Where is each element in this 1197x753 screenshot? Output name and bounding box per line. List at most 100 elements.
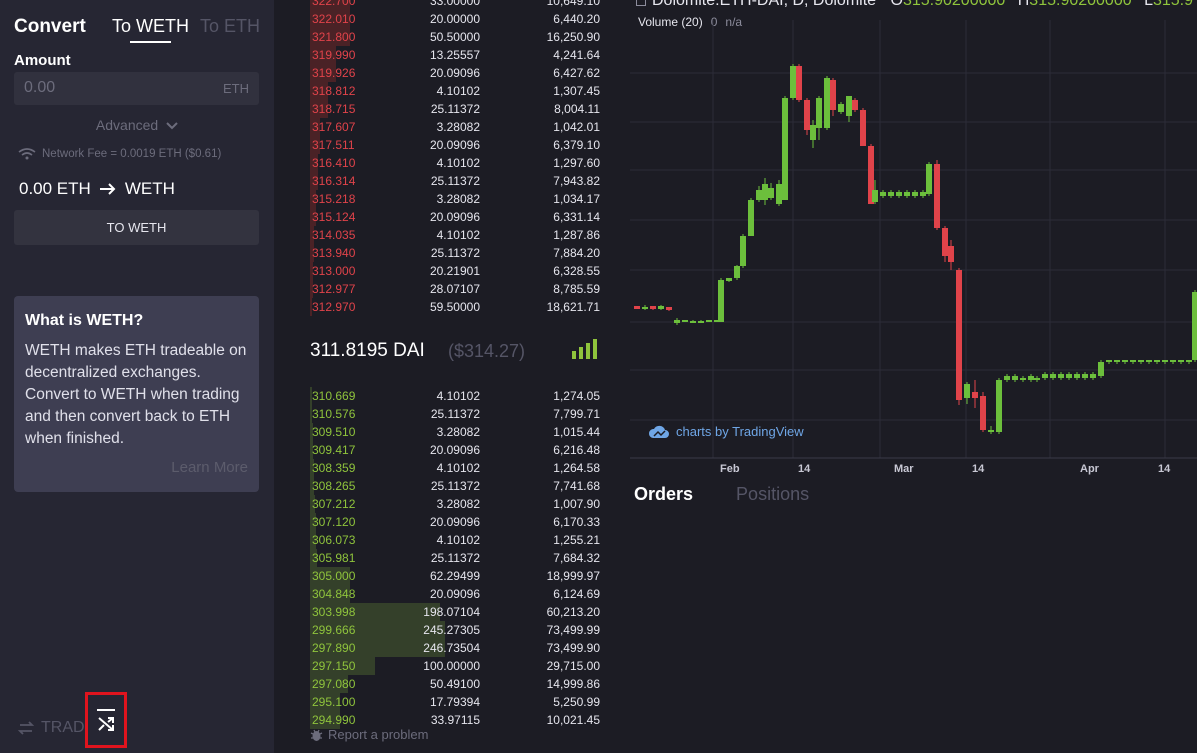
to-weth-button[interactable]: TO WETH (14, 210, 259, 245)
convert-summary: 0.00 ETH WETH (19, 179, 175, 199)
advanced-toggle[interactable]: Advanced (0, 117, 274, 133)
bid-qty: 4.10102 (436, 389, 480, 403)
ask-row[interactable]: 319.990 13.25557 4,241.64 (310, 46, 600, 64)
bid-total: 7,799.71 (553, 407, 600, 421)
candlestick-chart[interactable]: Feb 14 Mar 14 Apr 14 (630, 0, 1197, 480)
bid-row[interactable]: 310.669 4.10102 1,274.05 (310, 387, 600, 405)
bid-row[interactable]: 308.265 25.11372 7,741.68 (310, 477, 600, 495)
candle (658, 305, 664, 310)
bid-row[interactable]: 309.510 3.28082 1,015.44 (310, 423, 600, 441)
x-tick-label: Apr (1080, 463, 1100, 475)
candle (1192, 290, 1197, 362)
candle (824, 76, 830, 130)
bid-row[interactable]: 297.150 100.00000 29,715.00 (310, 657, 600, 675)
tab-positions[interactable]: Positions (736, 484, 809, 504)
convert-to: WETH (124, 179, 175, 198)
candle (698, 320, 704, 323)
candle (1090, 372, 1096, 380)
bid-price: 295.100 (312, 695, 356, 709)
shuffle-button[interactable] (85, 692, 127, 748)
ask-row[interactable]: 314.035 4.10102 1,287.86 (310, 226, 600, 244)
bid-row[interactable]: 299.666 245.27305 73,499.99 (310, 621, 600, 639)
bid-row[interactable]: 305.000 62.29499 18,999.97 (310, 567, 600, 585)
ask-row[interactable]: 316.410 4.10102 1,297.60 (310, 154, 600, 172)
tab-orders[interactable]: Orders (634, 484, 693, 504)
bid-row[interactable]: 307.120 20.09096 6,170.33 (310, 513, 600, 531)
bid-price: 306.073 (312, 533, 356, 547)
candle (1082, 372, 1088, 380)
candle (674, 318, 680, 325)
ask-qty: 20.00000 (429, 12, 480, 26)
order-book: 322.700 33.00000 10,649.10 322.010 20.00000 6… (274, 0, 630, 753)
ask-qty: 20.09096 (429, 210, 480, 224)
report-problem-link[interactable]: Report a problem (310, 727, 428, 742)
ask-row[interactable]: 313.000 20.21901 6,328.55 (310, 262, 600, 280)
bid-qty: 3.28082 (436, 425, 480, 439)
bid-row[interactable]: 295.100 17.79394 5,250.99 (310, 693, 600, 711)
ask-row[interactable]: 313.940 25.11372 7,884.20 (310, 244, 600, 262)
bid-row[interactable]: 297.080 50.49100 14,999.86 (310, 675, 600, 693)
bid-qty: 17.79394 (429, 695, 480, 709)
ask-row[interactable]: 312.970 59.50000 18,621.71 (310, 298, 600, 316)
ask-row[interactable]: 322.700 33.00000 10,649.10 (310, 0, 600, 10)
bid-price: 310.576 (312, 407, 356, 421)
candle (706, 320, 712, 322)
bid-row[interactable]: 303.998 198.07104 60,213.20 (310, 603, 600, 621)
ask-row[interactable]: 312.977 28.07107 8,785.59 (310, 280, 600, 298)
ask-price: 312.970 (312, 300, 356, 314)
candle (1098, 360, 1104, 378)
ask-total: 1,034.17 (553, 192, 600, 206)
ask-row[interactable]: 319.926 20.09096 6,427.62 (310, 64, 600, 82)
bid-qty: 20.09096 (429, 443, 480, 457)
bid-row[interactable]: 297.890 246.73504 73,499.90 (310, 639, 600, 657)
bid-qty: 245.27305 (423, 623, 480, 637)
ask-total: 6,328.55 (553, 264, 600, 278)
ask-row[interactable]: 321.800 50.50000 16,250.90 (310, 28, 600, 46)
asks-list: 322.700 33.00000 10,649.10 322.010 20.00000 6… (310, 0, 600, 316)
ask-qty: 25.11372 (430, 102, 480, 116)
candle (642, 305, 648, 310)
tab-to-weth[interactable]: To WETH (112, 16, 189, 43)
candle (1050, 372, 1056, 380)
bid-row[interactable]: 309.417 20.09096 6,216.48 (310, 441, 600, 459)
ask-price: 317.607 (312, 120, 356, 134)
candle (996, 378, 1002, 434)
amount-field: ETH (14, 72, 259, 105)
candle (920, 190, 926, 198)
candle (956, 268, 962, 405)
bid-row[interactable]: 304.848 20.09096 6,124.69 (310, 585, 600, 603)
bid-row[interactable]: 310.576 25.11372 7,799.71 (310, 405, 600, 423)
bid-total: 1,264.58 (553, 461, 600, 475)
ask-qty: 20.09096 (429, 138, 480, 152)
candle (1074, 372, 1080, 380)
ask-row[interactable]: 315.218 3.28082 1,034.17 (310, 190, 600, 208)
bid-row[interactable]: 306.073 4.10102 1,255.21 (310, 531, 600, 549)
bid-row[interactable]: 308.359 4.10102 1,264.58 (310, 459, 600, 477)
bid-price: 305.981 (312, 551, 356, 565)
learn-more-link[interactable]: Learn More (171, 459, 248, 476)
ask-row[interactable]: 317.511 20.09096 6,379.10 (310, 136, 600, 154)
ask-row[interactable]: 318.715 25.11372 8,004.11 (310, 100, 600, 118)
bid-row[interactable]: 307.212 3.28082 1,007.90 (310, 495, 600, 513)
bid-row[interactable]: 305.981 25.11372 7,684.32 (310, 549, 600, 567)
ask-row[interactable]: 318.812 4.10102 1,307.45 (310, 82, 600, 100)
tab-to-eth[interactable]: To ETH (200, 16, 260, 37)
bid-qty: 246.73504 (423, 641, 480, 655)
network-fee-text: Network Fee = 0.0019 ETH ($0.61) (42, 148, 222, 160)
amount-unit: ETH (223, 81, 249, 96)
ask-row[interactable]: 316.314 25.11372 7,943.82 (310, 172, 600, 190)
ask-price: 313.940 (312, 246, 356, 260)
bid-total: 1,274.05 (553, 389, 600, 403)
tradingview-link[interactable]: charts by TradingView (648, 424, 804, 439)
candle (1058, 372, 1064, 380)
shuffle-icon (97, 709, 115, 731)
candle (880, 190, 886, 198)
ask-total: 8,004.11 (554, 102, 600, 116)
amount-input[interactable] (24, 79, 204, 97)
ask-row[interactable]: 317.607 3.28082 1,042.01 (310, 118, 600, 136)
ask-row[interactable]: 315.124 20.09096 6,331.14 (310, 208, 600, 226)
ask-row[interactable]: 322.010 20.00000 6,440.20 (310, 10, 600, 28)
trade-button[interactable]: TRADE (17, 719, 95, 737)
candle (666, 307, 672, 311)
candle (816, 96, 822, 140)
